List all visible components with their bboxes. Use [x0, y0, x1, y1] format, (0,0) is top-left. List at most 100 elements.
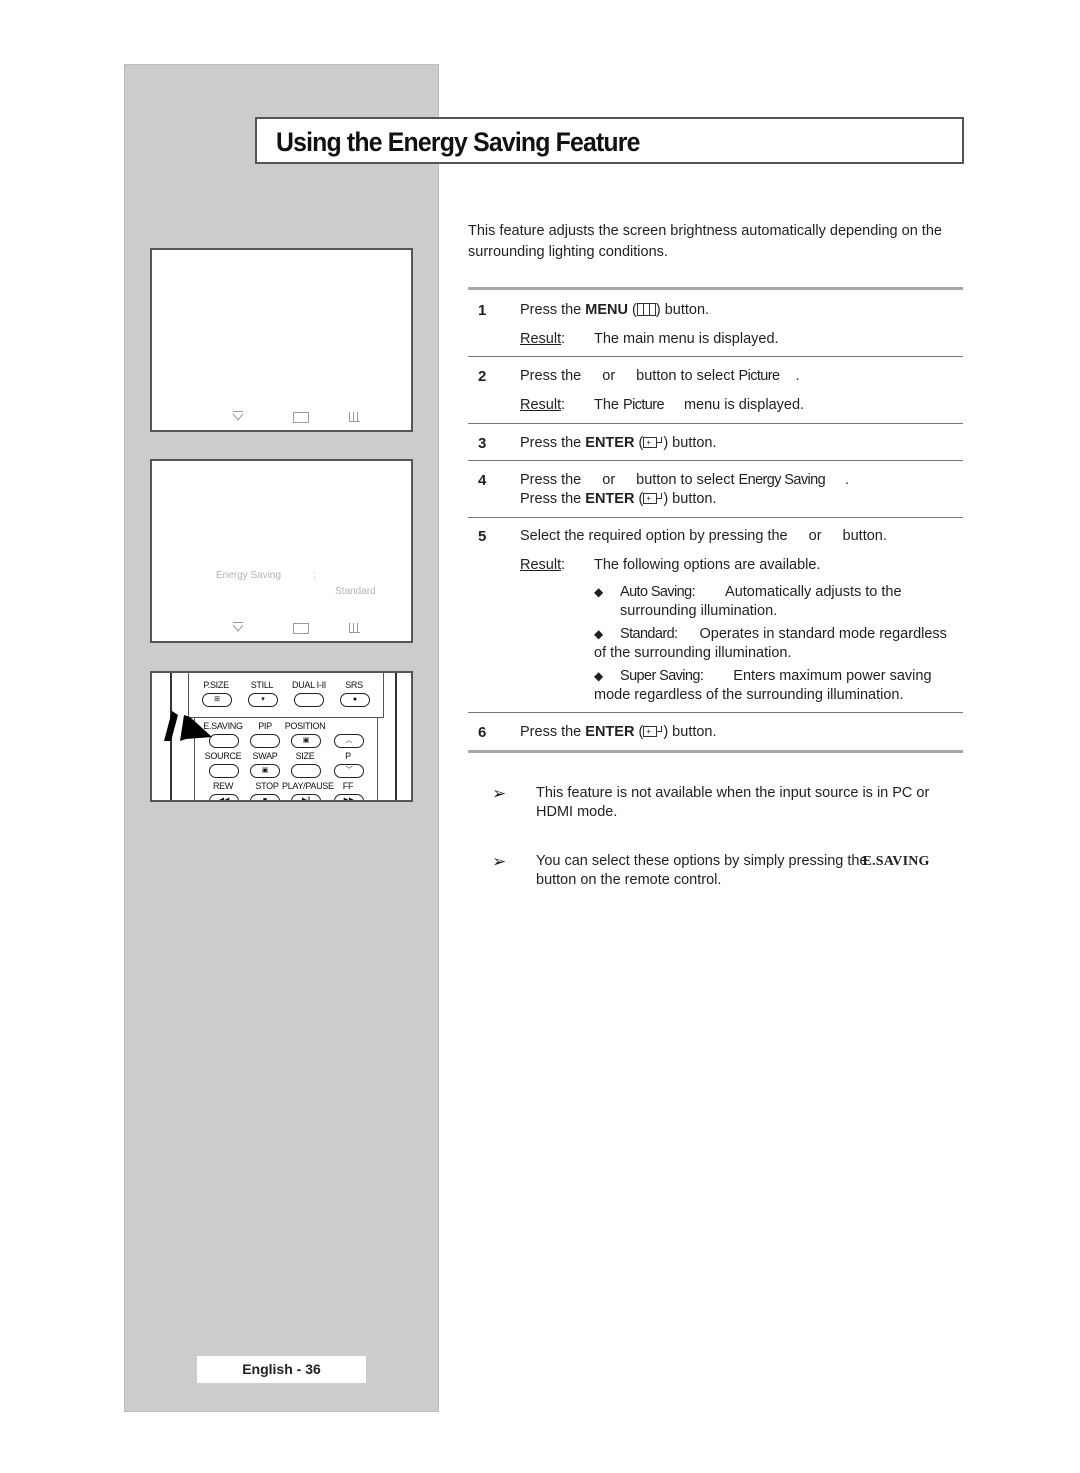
- menu-item-name: Energy Saving: [738, 472, 826, 488]
- remote-label-p: P: [345, 751, 351, 761]
- remote-srs-button[interactable]: ●: [340, 693, 370, 707]
- menu-icon: [349, 623, 360, 633]
- step-instruction: Press the or button to select Picture.: [520, 367, 800, 386]
- page-number: English - 36: [197, 1356, 366, 1383]
- menu-item-name: Picture: [738, 368, 781, 384]
- step-instruction: Press the ENTER (+) button.: [520, 723, 717, 742]
- enter-icon: +: [643, 725, 663, 738]
- result-label: Result: [520, 557, 562, 573]
- remote-label-position: POSITION: [284, 721, 326, 731]
- note-arrow-icon: ➢: [492, 852, 507, 871]
- step-number: 6: [478, 724, 487, 741]
- note-line: This feature is not available when the i…: [536, 785, 930, 801]
- page-title: Using the Energy Saving Feature: [276, 127, 640, 157]
- osd-screen-main-menu: [150, 248, 413, 432]
- instruction-text: Press the: [520, 368, 582, 384]
- step-number: 2: [478, 368, 487, 385]
- remote-dual-button[interactable]: [294, 693, 324, 707]
- menu-icon: [349, 412, 360, 422]
- remote-channel-down-button[interactable]: ﹀: [334, 764, 364, 778]
- instruction-text: button to select: [636, 472, 735, 488]
- result-text-part: The: [594, 397, 619, 413]
- note-line: You can select these options by simply p…: [536, 853, 868, 869]
- step-divider: [468, 517, 963, 518]
- note-text: This feature is not available when the i…: [536, 784, 966, 822]
- remote-stop-button[interactable]: ■: [250, 794, 280, 800]
- instruction-text: Press the: [520, 491, 586, 507]
- remote-ff-button[interactable]: ▶▶: [334, 794, 364, 800]
- remote-control-illustration: P.SIZE STILL DUAL I-II SRS ⊞ ▾ ● E.SAVIN…: [150, 671, 413, 802]
- remote-position-button[interactable]: ▣: [291, 734, 321, 748]
- remote-playpause-button[interactable]: ▶‖: [291, 794, 321, 800]
- move-icon: [232, 621, 244, 636]
- step-instruction: Press the MENU () button.: [520, 301, 709, 320]
- menu-item-name: Picture: [623, 397, 665, 413]
- note-line: button on the remote control.: [536, 872, 722, 888]
- option-desc: mode regardless of the surrounding illum…: [594, 687, 904, 703]
- result-label: Result: [520, 331, 562, 347]
- intro-line-1: This feature adjusts the screen brightne…: [468, 223, 942, 239]
- instruction-text: Press the: [520, 435, 586, 451]
- remote-swap-button[interactable]: ▣: [250, 764, 280, 778]
- instruction-text: button to select: [636, 368, 735, 384]
- instruction-text: Press the: [520, 472, 582, 488]
- step-number: 1: [478, 302, 487, 319]
- key-name: ENTER: [585, 435, 635, 451]
- instruction-text: Press the: [520, 302, 586, 318]
- enter-icon: [293, 412, 309, 423]
- pointer-arrow-icon: [164, 711, 212, 741]
- remote-label-psize: P.SIZE: [203, 680, 229, 690]
- step-divider: [468, 712, 963, 713]
- remote-edge: [395, 673, 397, 800]
- instruction-text: or: [808, 528, 822, 544]
- remote-pip-button[interactable]: [250, 734, 280, 748]
- result-text-part: menu is displayed.: [683, 397, 805, 413]
- instruction-text: button.: [660, 302, 710, 318]
- remote-label-rew: REW: [212, 781, 234, 791]
- option-desc: of the surrounding illumination.: [594, 645, 792, 661]
- osd-energy-saving-value: Standard: [335, 586, 376, 597]
- option-name: Standard:: [620, 626, 678, 642]
- note-line: HDMI mode.: [536, 804, 618, 820]
- section-divider-top: [468, 287, 963, 290]
- remote-still-button[interactable]: ▾: [248, 693, 278, 707]
- remote-rew-button[interactable]: ◀◀: [209, 794, 239, 800]
- remote-label-dual: DUAL I-II: [292, 680, 326, 690]
- title-box: Using the Energy Saving Feature: [255, 117, 964, 164]
- key-name: MENU: [585, 302, 628, 318]
- step-result: Result:: [520, 557, 566, 573]
- intro-paragraph: This feature adjusts the screen brightne…: [468, 221, 963, 263]
- note-text: You can select these options by simply p…: [536, 852, 966, 890]
- remote-psize-button[interactable]: ⊞: [202, 693, 232, 707]
- remote-size-button[interactable]: [291, 764, 321, 778]
- note-arrow-icon: ➢: [492, 784, 507, 803]
- step-number: 5: [478, 528, 487, 545]
- option-desc: Automatically adjusts to the: [725, 584, 902, 600]
- result-text: The main menu is displayed.: [594, 331, 779, 347]
- result-label: Result: [520, 397, 562, 413]
- remote-channel-up-button[interactable]: ︿: [334, 734, 364, 748]
- key-name: ENTER: [585, 491, 635, 507]
- step-number: 3: [478, 435, 487, 452]
- option-desc: surrounding illumination.: [620, 603, 778, 619]
- instruction-text: .: [795, 368, 800, 384]
- intro-line-2: surrounding lighting conditions.: [468, 244, 668, 260]
- instruction-text: button.: [668, 435, 717, 451]
- step-result: Result:: [520, 397, 566, 413]
- osd-screen-energy-saving: Energy Saving : Standard: [150, 459, 413, 643]
- diamond-bullet-icon: ◆: [594, 585, 604, 599]
- section-divider-bottom: [468, 750, 963, 753]
- remote-label-still: STILL: [250, 680, 274, 690]
- step-divider: [468, 356, 963, 357]
- osd-icon-bar: [152, 621, 411, 635]
- instruction-text: or: [602, 472, 616, 488]
- option-text: Standard: Operates in standard mode regar…: [594, 625, 965, 663]
- option-text: Super Saving: Enters maximum power saving…: [594, 667, 965, 705]
- menu-icon: [636, 303, 656, 316]
- remote-source-button[interactable]: [209, 764, 239, 778]
- step-instruction-2: Press the ENTER (+) button.: [520, 490, 717, 509]
- enter-icon: +: [643, 492, 663, 505]
- key-name: ENTER: [585, 724, 635, 740]
- instruction-text: button.: [668, 491, 717, 507]
- remote-label-ff: FF: [342, 781, 354, 791]
